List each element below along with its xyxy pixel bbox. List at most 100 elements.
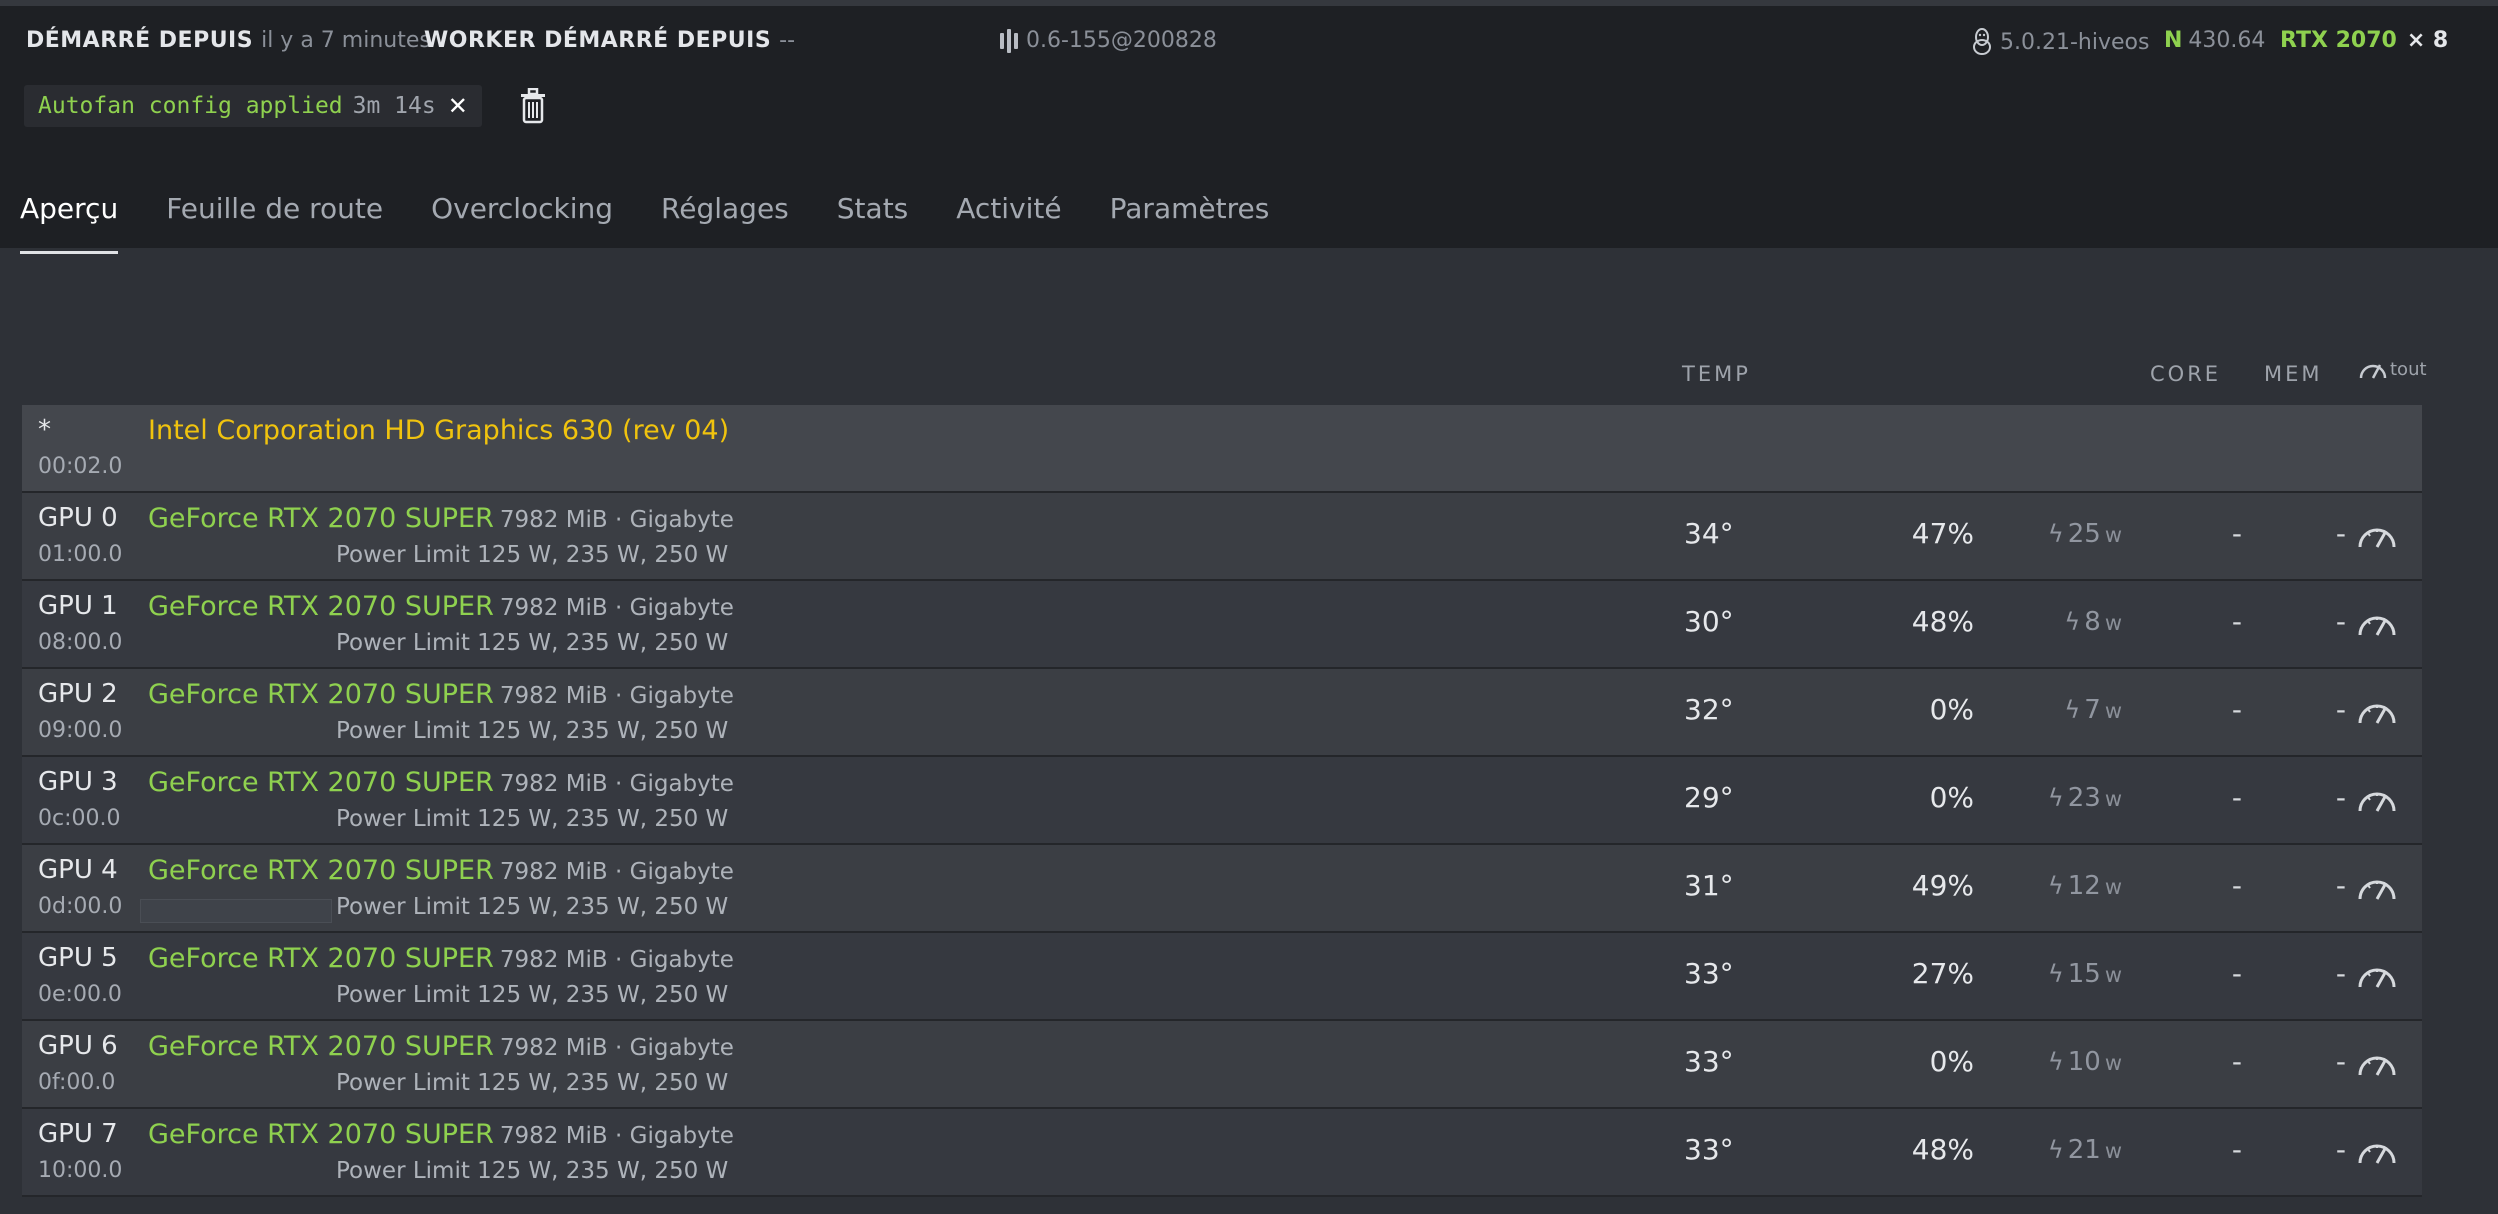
gpu-watt-unit: w [2104,963,2122,987]
nvidia-driver-info: N 430.64 [2164,28,2265,53]
gpu-id: GPU 4 [38,855,118,885]
gpu-id: GPU 0 [38,503,118,533]
table-row: GPU 7 10:00.0 GeForce RTX 2070 SUPER 7982 M… [22,1109,2422,1197]
device-name: Intel Corporation HD Graphics 630 (rev 0… [148,415,730,446]
table-row: GPU 5 0e:00.0 GeForce RTX 2070 SUPER 7982 M… [22,933,2422,1021]
table-row: GPU 1 08:00.0 GeForce RTX 2070 SUPER 7982 M… [22,581,2422,669]
gpu-power-limit: Power Limit 125 W, 235 W, 250 W [336,894,729,920]
gpu-model: GeForce RTX 2070 SUPER [148,767,494,798]
blank-placeholder [140,899,332,923]
speedometer-icon[interactable] [2356,869,2400,905]
gpu-power-draw: ϟ7w [2022,695,2122,725]
version-info: 0.6-155@200828 [998,28,1217,53]
speedometer-icon[interactable] [2356,605,2400,641]
gpu-fan: 49% [1911,869,1974,902]
tab-reglages[interactable]: Réglages [661,192,789,254]
gpu-temp: 33° [1684,1045,1734,1078]
gpu-watt-value: 10 [2067,1047,2101,1077]
gpu-watt-unit: w [2104,611,2122,635]
bolt-icon: ϟ [2047,872,2064,900]
gpu-power-limit: Power Limit 125 W, 235 W, 250 W [336,718,729,744]
gpu-count: × 8 [2406,28,2449,53]
tab-parametres[interactable]: Paramètres [1110,192,1270,254]
gpu-mem: - [2335,1045,2346,1078]
gpu-watt-value: 25 [2067,519,2101,549]
gpu-name: GeForce RTX 2070 SUPER 7982 MiB · Gigabyt… [148,943,734,974]
gpu-temp: 34° [1684,517,1734,550]
bolt-icon: ϟ [2047,1048,2064,1076]
gpu-model: GeForce RTX 2070 SUPER [148,591,494,622]
speedometer-icon[interactable] [2356,517,2400,553]
gpu-watt-unit: w [2104,787,2122,811]
gpu-name: GeForce RTX 2070 SUPER 7982 MiB · Gigabyt… [148,1031,734,1062]
gpu-bus: 0f:00.0 [38,1070,116,1095]
gpu-watt-unit: w [2104,875,2122,899]
nvidia-version: 430.64 [2188,28,2266,53]
gpu-power-draw: ϟ 15 w [2022,959,2122,989]
gpu-meta: 7982 MiB · Gigabyte [499,859,734,885]
gpu-bus: 01:00.0 [38,542,123,567]
gpu-id: GPU 3 [38,767,118,797]
speedometer-icon[interactable] [2356,693,2400,729]
tab-overclocking[interactable]: Overclocking [431,192,613,254]
gpu-id: GPU 1 [38,591,118,621]
gpu-temp: 30° [1684,605,1734,638]
speedometer-icon[interactable] [2356,781,2400,817]
gpu-watt-unit: w [2104,1051,2122,1075]
gpu-meta: 7982 MiB · Gigabyte [499,507,734,533]
gpu-meta: 7982 MiB · Gigabyte [499,1123,734,1149]
autofan-time: 3m 14s [352,93,436,119]
nvidia-prefix: N [2164,28,2183,53]
gpu-temp: 33° [1684,957,1734,990]
gpu-name: GeForce RTX 2070 SUPER 7982 MiB · Gigabyt… [148,591,734,622]
gpu-power-limit: Power Limit 125 W, 235 W, 250 W [336,982,729,1008]
gpu-power-draw: ϟ8w [2022,607,2122,637]
gpu-power-limit: Power Limit 125 W, 235 W, 250 W [336,1070,729,1096]
gpu-watt-unit: w [2104,523,2122,547]
device-bus: 00:02.0 [38,454,123,479]
gpu-model: GeForce RTX 2070 SUPER [148,855,494,886]
tab-apercu[interactable]: Aperçu [20,192,119,254]
table-row: GPU 2 09:00.0 GeForce RTX 2070 SUPER 7982 M… [22,669,2422,757]
gpu-watt-value: 21 [2067,1135,2101,1165]
trash-icon[interactable] [518,88,548,124]
gpu-watt-unit: w [2104,1139,2122,1163]
gpu-power-draw: ϟ 23 w [2022,783,2122,813]
gpu-mem: - [2335,869,2346,902]
gpu-fan: 0% [1929,693,1974,726]
gpu-id: GPU 2 [38,679,118,709]
gpu-core: - [2231,517,2242,550]
gpu-table: * 00:02.0 Intel Corporation HD Graphics … [22,405,2422,1197]
tab-stats[interactable]: Stats [837,192,908,254]
gpu-mem: - [2335,693,2346,726]
close-icon[interactable]: ✕ [448,92,468,120]
tab-activite[interactable]: Activité [956,192,1061,254]
table-row: GPU 3 0c:00.0 GeForce RTX 2070 SUPER 7982 M… [22,757,2422,845]
gpu-fan: 47% [1911,517,1974,550]
gpu-watt-unit: w [2104,699,2122,723]
gpu-watt-value: 15 [2067,959,2101,989]
column-header-all[interactable]: tout [2358,356,2427,382]
gpu-id: GPU 6 [38,1031,118,1061]
gpu-fan: 0% [1929,1045,1974,1078]
gpu-mem: - [2335,957,2346,990]
started-label: DÉMARRÉ DEPUIS [26,28,254,53]
gpu-name: GeForce RTX 2070 SUPER 7982 MiB · Gigabyt… [148,767,734,798]
gpu-model: GeForce RTX 2070 SUPER [148,679,494,710]
kernel-value: 5.0.21-hiveos [2000,29,2150,55]
speedometer-icon[interactable] [2356,1133,2400,1169]
tab-feuille-de-route[interactable]: Feuille de route [166,192,383,254]
speedometer-icon[interactable] [2356,957,2400,993]
table-row: GPU 6 0f:00.0 GeForce RTX 2070 SUPER 7982 M… [22,1021,2422,1109]
column-header-temp: TEMP [1682,362,1751,386]
worker-started-info: WORKER DÉMARRÉ DEPUIS -- [424,28,795,53]
gpu-temp: 33° [1684,1133,1734,1166]
gpu-fan: 48% [1911,605,1974,638]
gpu-model: GeForce RTX 2070 SUPER [148,1031,494,1062]
bolt-icon: ϟ [2064,608,2081,636]
speedometer-icon[interactable] [2356,1045,2400,1081]
table-row: GPU 4 0d:00.0 GeForce RTX 2070 SUPER 7982 M… [22,845,2422,933]
kernel-info: 5.0.21-hiveos [1970,28,2149,56]
gpu-power-draw: ϟ 12 w [2022,871,2122,901]
gpu-meta: 7982 MiB · Gigabyte [499,595,734,621]
